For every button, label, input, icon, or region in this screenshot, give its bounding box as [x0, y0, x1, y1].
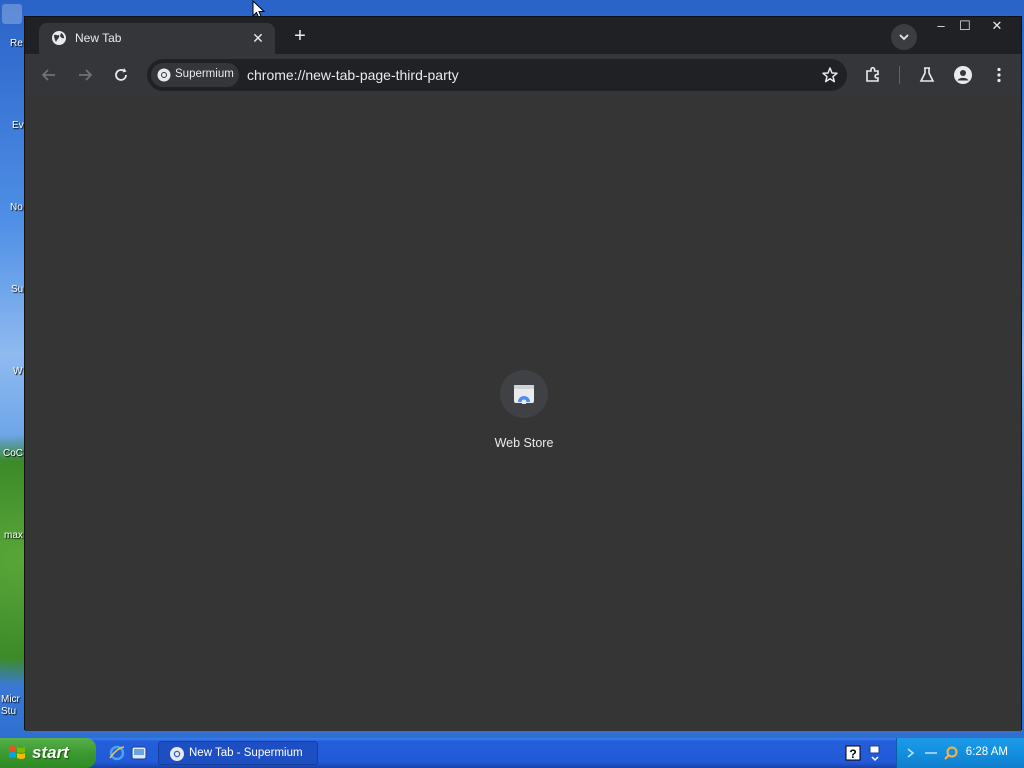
extensions-puzzle-icon[interactable] — [863, 65, 883, 85]
clock: 6:28 AM — [965, 746, 1008, 758]
taskbar: start New Tab - Supermium ? 6:28 AM — [0, 738, 1024, 768]
taskbar-button-supermium[interactable]: New Tab - Supermium — [158, 741, 318, 765]
desktop-icon-5[interactable]: W — [0, 344, 24, 384]
site-chip-label: Supermium — [175, 68, 234, 80]
desktop-icon-6[interactable]: CoC — [0, 426, 24, 466]
shortcut-tile — [500, 370, 548, 418]
network-icon[interactable] — [905, 745, 921, 761]
browser-window: New Tab ✕ + – ☐ ✕ Supermium chrome://new… — [24, 16, 1022, 731]
url-text[interactable]: chrome://new-tab-page-third-party — [247, 67, 459, 83]
desktop-icon-7[interactable]: max — [0, 508, 24, 548]
desktop-icon-4[interactable]: Su — [0, 262, 24, 302]
internet-explorer-icon[interactable] — [108, 744, 126, 762]
tab-title: New Tab — [75, 31, 122, 45]
shortcut-label: Web Store — [494, 436, 554, 450]
start-label: start — [32, 743, 69, 762]
address-bar[interactable]: Supermium chrome://new-tab-page-third-pa… — [147, 59, 847, 91]
browser-toolbar: Supermium chrome://new-tab-page-third-pa… — [25, 54, 1021, 96]
supermium-logo-icon — [170, 747, 184, 761]
windows-flag-icon — [9, 746, 25, 759]
labs-flask-icon[interactable] — [917, 65, 937, 85]
more-menu-icon[interactable] — [989, 65, 1009, 85]
svg-text:?: ? — [849, 747, 856, 761]
show-desktop-icon[interactable] — [130, 744, 148, 762]
back-arrow-icon[interactable] — [39, 65, 59, 85]
tab-close-button[interactable]: ✕ — [251, 31, 265, 45]
forward-arrow-icon[interactable] — [75, 65, 95, 85]
taskbar-button-label: New Tab - Supermium — [189, 747, 303, 759]
desktop-icon-2[interactable]: Ev — [0, 98, 24, 138]
toolbar-divider — [899, 66, 900, 84]
desktop-icon-3[interactable]: No — [0, 180, 24, 220]
language-bar-icon[interactable] — [866, 744, 884, 762]
tab-search-button[interactable] — [891, 24, 917, 50]
maximize-button[interactable]: ☐ — [951, 17, 979, 37]
desktop-icon-8[interactable]: Micr Stu — [0, 672, 24, 717]
start-button[interactable]: start — [0, 738, 96, 768]
search-icon[interactable] — [943, 745, 959, 761]
web-store-icon — [514, 385, 534, 404]
desktop-icon-recycle-bin[interactable]: Re — [0, 4, 24, 49]
shortcut-web-store[interactable]: Web Store — [474, 370, 574, 460]
tab-new-tab[interactable]: New Tab ✕ — [39, 23, 275, 54]
reload-icon[interactable] — [111, 65, 131, 85]
title-bar: New Tab ✕ + – ☐ ✕ — [25, 17, 1021, 54]
chevron-down-icon — [899, 34, 909, 41]
new-tab-page: Web Store — [25, 96, 1021, 731]
supermium-logo-icon — [157, 68, 171, 82]
site-info-chip[interactable]: Supermium — [151, 63, 239, 87]
close-window-button[interactable]: ✕ — [983, 17, 1011, 37]
recycle-bin-icon — [2, 4, 22, 24]
profile-avatar-icon[interactable] — [953, 65, 973, 85]
desktop-icon-label: Micr Stu — [1, 694, 20, 717]
bookmark-star-icon[interactable] — [821, 66, 839, 84]
volume-icon[interactable] — [923, 745, 939, 761]
globe-icon — [52, 31, 66, 45]
system-tray: 6:28 AM — [896, 738, 1024, 768]
new-tab-button[interactable]: + — [289, 26, 311, 48]
help-icon[interactable]: ? — [844, 744, 862, 762]
